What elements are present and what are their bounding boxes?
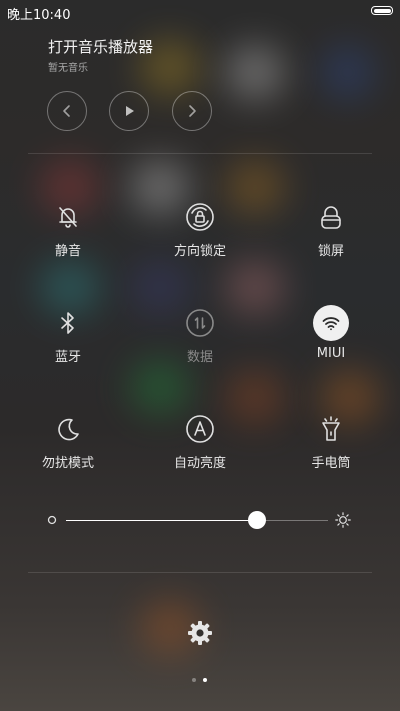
toggle-label: 数据 [186, 350, 213, 365]
rotation-lock-icon [182, 199, 218, 235]
toggle-label: 锁屏 [317, 244, 344, 259]
play-button[interactable] [109, 91, 149, 131]
mobile-data-icon [182, 305, 218, 341]
toggle-label: MIUI [316, 346, 346, 361]
divider [28, 153, 372, 154]
next-icon [189, 105, 196, 117]
brightness-high-icon [335, 512, 351, 528]
music-player-subtitle: 暂无音乐 [48, 63, 88, 74]
page-indicator-dot [192, 678, 196, 682]
battery-icon [371, 6, 393, 15]
settings-gear-icon[interactable] [186, 619, 214, 647]
moon-icon [50, 411, 86, 447]
brightness-slider-fill [66, 520, 258, 521]
brightness-low-icon [47, 515, 57, 525]
music-player-title[interactable]: 打开音乐播放器 [48, 36, 153, 57]
toggle-do-not-disturb[interactable]: 勿扰模式 [13, 411, 123, 491]
toggle-mobile-data[interactable]: 数据 [145, 305, 255, 385]
bell-off-icon [50, 199, 86, 235]
wifi-toggle-active-bg [313, 305, 349, 341]
divider [28, 572, 372, 573]
play-icon [126, 106, 134, 116]
toggle-mute[interactable]: 静音 [13, 199, 123, 279]
toggle-label: 蓝牙 [54, 350, 81, 365]
wifi-icon [313, 305, 349, 341]
toggle-label: 方向锁定 [173, 244, 226, 259]
toggle-auto-brightness[interactable]: 自动亮度 [145, 411, 255, 491]
status-bar: 晚上10:40 [0, 0, 400, 24]
toggle-wifi[interactable]: MIUI [276, 305, 386, 385]
bluetooth-icon [50, 305, 86, 341]
status-time: 晚上10:40 [7, 8, 71, 23]
lock-icon [313, 199, 349, 235]
background-blur [225, 45, 285, 100]
page-indicator-dot-active [203, 678, 207, 682]
toggle-lock-screen[interactable]: 锁屏 [276, 199, 386, 279]
toggle-label: 静音 [54, 244, 81, 259]
toggle-flashlight[interactable]: 手电筒 [276, 411, 386, 491]
toggle-rotation-lock[interactable]: 方向锁定 [145, 199, 255, 279]
toggle-label: 勿扰模式 [41, 456, 94, 471]
toggle-bluetooth[interactable]: 蓝牙 [13, 305, 123, 385]
previous-icon [63, 105, 70, 117]
flashlight-icon [313, 411, 349, 447]
background-blur [320, 45, 375, 100]
auto-brightness-icon [182, 411, 218, 447]
brightness-slider[interactable] [66, 511, 328, 529]
brightness-slider-thumb[interactable] [248, 511, 267, 529]
toggle-label: 手电筒 [311, 456, 351, 471]
next-button[interactable] [172, 91, 212, 131]
previous-button[interactable] [47, 91, 87, 131]
toggle-label: 自动亮度 [173, 456, 226, 471]
